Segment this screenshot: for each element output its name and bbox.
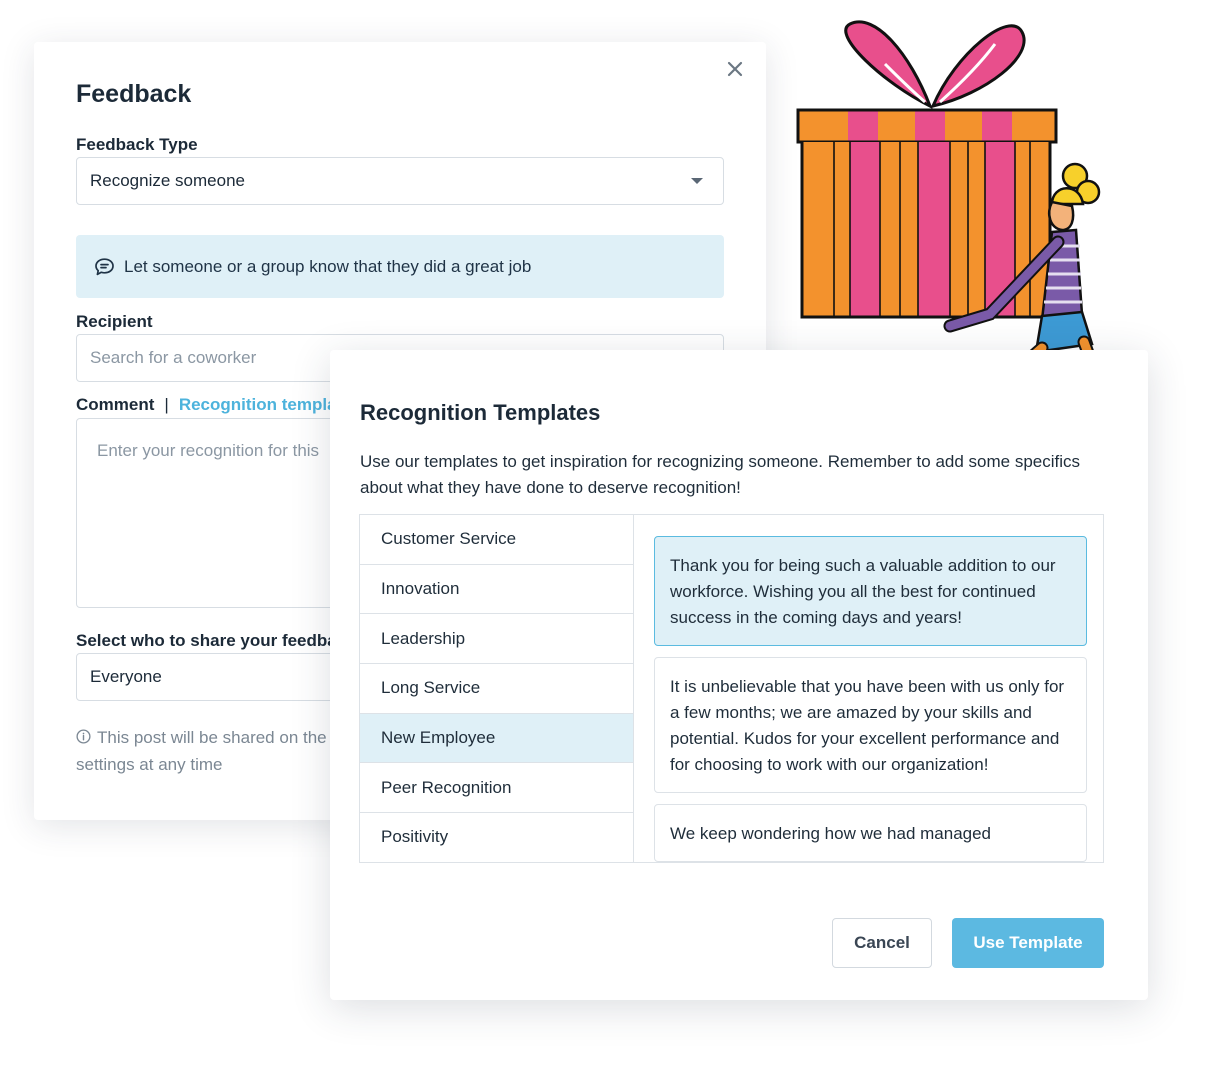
dialog-description: Use our templates to get inspiration for… xyxy=(360,452,1081,497)
chevron-down-icon xyxy=(691,178,703,184)
divider: | xyxy=(164,395,169,414)
stage: Feedback Feedback Type Recognize someone… xyxy=(0,0,1218,1082)
comment-label: Comment xyxy=(76,395,155,414)
template-cards: Thank you for being such a valuable addi… xyxy=(634,515,1103,862)
use-template-button[interactable]: Use Template xyxy=(952,918,1104,968)
share-value: Everyone xyxy=(90,667,162,686)
templates-panel: Customer Service Innovation Leadership L… xyxy=(359,514,1104,863)
category-long-service[interactable]: Long Service xyxy=(360,664,633,714)
feedback-type-select[interactable]: Recognize someone xyxy=(76,157,724,205)
cancel-button[interactable]: Cancel xyxy=(832,918,932,968)
recipient-placeholder: Search for a coworker xyxy=(90,348,257,367)
chat-bubble-icon xyxy=(95,257,114,275)
feedback-type-value: Recognize someone xyxy=(90,171,245,190)
info-icon xyxy=(76,729,91,744)
info-banner-text: Let someone or a group know that they di… xyxy=(124,256,532,276)
template-card[interactable]: It is unbelievable that you have been wi… xyxy=(654,657,1087,793)
dialog-title: Feedback xyxy=(76,80,192,108)
category-new-employee[interactable]: New Employee xyxy=(360,713,633,764)
category-leadership[interactable]: Leadership xyxy=(360,614,633,665)
close-icon[interactable] xyxy=(724,58,746,80)
recognition-templates-link[interactable]: Recognition templa xyxy=(179,395,337,415)
category-positivity[interactable]: Positivity xyxy=(360,813,633,862)
category-customer-service[interactable]: Customer Service xyxy=(360,515,633,565)
template-card-selected[interactable]: Thank you for being such a valuable addi… xyxy=(654,536,1087,646)
category-peer-recognition[interactable]: Peer Recognition xyxy=(360,763,633,814)
comment-placeholder: Enter your recognition for this xyxy=(97,441,320,460)
share-note-line2: settings at any time xyxy=(76,755,223,774)
template-card[interactable]: We keep wondering how we had managed xyxy=(654,804,1087,862)
recipient-label: Recipient xyxy=(76,312,153,331)
category-list: Customer Service Innovation Leadership L… xyxy=(360,515,634,862)
category-innovation[interactable]: Innovation xyxy=(360,565,633,615)
recognition-templates-dialog: Recognition Templates Use our templates … xyxy=(330,350,1148,1000)
dialog-title: Recognition Templates xyxy=(360,400,601,425)
comment-row: Comment | Recognition templa xyxy=(76,395,337,415)
share-label: Select who to share your feedba xyxy=(76,631,337,650)
share-note-line1: This post will be shared on the xyxy=(97,728,327,747)
info-banner: Let someone or a group know that they di… xyxy=(76,235,724,298)
feedback-type-label: Feedback Type xyxy=(76,135,198,154)
